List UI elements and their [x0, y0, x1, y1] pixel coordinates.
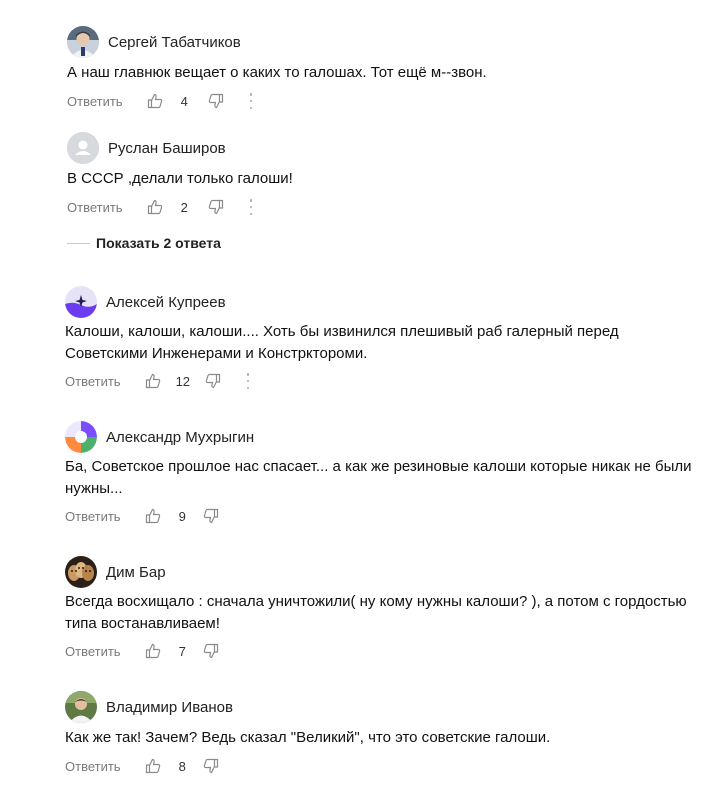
more-options-icon[interactable]: [247, 199, 255, 215]
like-count: 8: [178, 758, 186, 774]
like-count: 2: [180, 199, 188, 215]
comment-actions: Ответить 9: [65, 506, 219, 526]
thumbs-up-icon[interactable]: [145, 758, 161, 774]
comment-text: Как же так! Зачем? Ведь сказал "Великий"…: [65, 729, 551, 746]
show-replies-button[interactable]: Показать 2 ответа: [67, 233, 221, 253]
comment-author[interactable]: Дим Бар: [106, 564, 166, 581]
reply-button[interactable]: Ответить: [67, 94, 123, 109]
like-count: 4: [180, 93, 188, 109]
reply-button[interactable]: Ответить: [65, 374, 121, 389]
thumbs-down-icon[interactable]: [203, 758, 219, 774]
more-options-icon[interactable]: [244, 373, 252, 389]
comment-text: А наш главнюк вещает о каких то галошах.…: [67, 64, 487, 81]
comment-author[interactable]: Алексей Купреев: [106, 294, 226, 311]
comment-author[interactable]: Руслан Баширов: [108, 140, 226, 157]
comment-actions: Ответить 12: [65, 371, 252, 391]
comment-author[interactable]: Сергей Табатчиков: [108, 34, 241, 51]
more-options-icon[interactable]: [247, 93, 255, 109]
thumbs-down-icon[interactable]: [208, 199, 224, 215]
comment-text: Всегда восхищало : сначала уничтожили( н…: [65, 593, 687, 632]
thumbs-up-icon[interactable]: [147, 93, 163, 109]
avatar[interactable]: [65, 286, 97, 318]
like-count: 7: [178, 643, 186, 659]
thumbs-down-icon[interactable]: [208, 93, 224, 109]
comment-header: Дим Бар: [65, 556, 166, 588]
avatar[interactable]: [67, 132, 99, 164]
comment-header: Руслан Баширов: [67, 132, 226, 164]
comment-actions: Ответить 2: [67, 197, 255, 217]
avatar[interactable]: [65, 556, 97, 588]
comment-text: В СССР ,делали только галоши!: [67, 170, 293, 187]
comment-text: Калоши, калоши, калоши.... Хоть бы извин…: [65, 323, 619, 362]
comment-header: Алексей Купреев: [65, 286, 226, 318]
like-count: 9: [178, 508, 186, 524]
comment-actions: Ответить 4: [67, 91, 255, 111]
comment-actions: Ответить 7: [65, 641, 219, 661]
avatar[interactable]: [65, 691, 97, 723]
thumbs-up-icon[interactable]: [145, 373, 161, 389]
comment-header: Владимир Иванов: [65, 691, 233, 723]
comment-author[interactable]: Александр Мухрыгин: [106, 429, 254, 446]
thumbs-up-icon[interactable]: [145, 643, 161, 659]
reply-button[interactable]: Ответить: [65, 644, 121, 659]
comment-text: Ба, Советское прошлое нас спасает... а к…: [65, 458, 692, 497]
comment-header: Александр Мухрыгин: [65, 421, 254, 453]
reply-button[interactable]: Ответить: [65, 509, 121, 524]
reply-button[interactable]: Ответить: [67, 200, 123, 215]
thumbs-down-icon[interactable]: [203, 508, 219, 524]
divider-line: [67, 242, 90, 244]
comment-actions: Ответить 8: [65, 756, 219, 776]
show-replies-label: Показать 2 ответа: [96, 235, 221, 251]
avatar[interactable]: [67, 26, 99, 58]
comment-header: Сергей Табатчиков: [67, 26, 241, 58]
thumbs-down-icon[interactable]: [203, 643, 219, 659]
avatar[interactable]: [65, 421, 97, 453]
thumbs-up-icon[interactable]: [147, 199, 163, 215]
reply-button[interactable]: Ответить: [65, 759, 121, 774]
comment-author[interactable]: Владимир Иванов: [106, 699, 233, 716]
thumbs-down-icon[interactable]: [205, 373, 221, 389]
like-count: 12: [175, 373, 191, 389]
thumbs-up-icon[interactable]: [145, 508, 161, 524]
